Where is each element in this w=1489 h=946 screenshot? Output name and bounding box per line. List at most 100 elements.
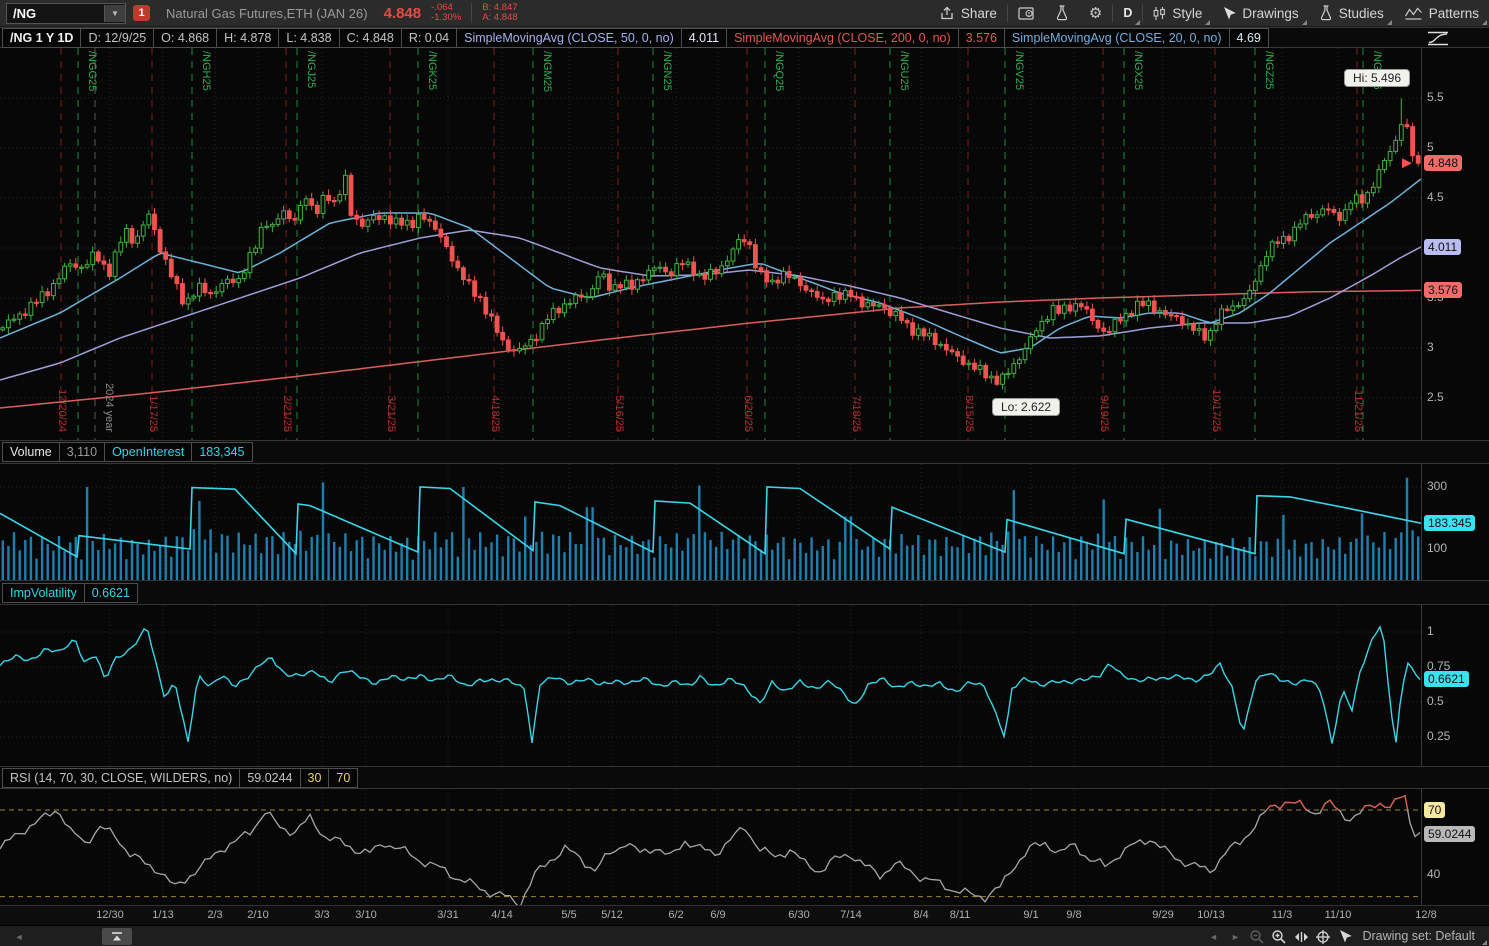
date-tick-label: 4/14 bbox=[491, 909, 512, 921]
date-axis[interactable]: 12/301/132/32/103/33/103/314/145/55/126/… bbox=[0, 905, 1489, 926]
study-sma20-value: 4.69 bbox=[1229, 28, 1269, 48]
pan-right-button[interactable]: ► bbox=[1224, 928, 1246, 946]
volume-axis[interactable]: 300 100 183.345 bbox=[1421, 464, 1489, 580]
pointer-mode-button[interactable] bbox=[1334, 928, 1356, 946]
price-change-block: -.064 -1.30% bbox=[431, 3, 461, 23]
high-marker-tooltip: Hi: 5.496 bbox=[1344, 69, 1410, 87]
cursor-icon bbox=[1338, 929, 1352, 944]
zoom-out-icon bbox=[1249, 929, 1265, 945]
open-interest-label[interactable]: OpenInterest bbox=[104, 442, 192, 462]
right-arrow-icon: ► bbox=[1231, 932, 1240, 942]
study-sma20-label[interactable]: SimpleMovingAvg (CLOSE, 20, 0, no) bbox=[1004, 28, 1230, 48]
crosshair-icon bbox=[1315, 929, 1331, 945]
collapse-panel-button[interactable] bbox=[102, 928, 132, 945]
price-axis-label: 2.5 bbox=[1427, 390, 1444, 404]
date-tick-label: 2/10 bbox=[247, 909, 268, 921]
impvol-badge: 0.6621 bbox=[1424, 671, 1469, 687]
ohlc-low: L: 4.838 bbox=[278, 28, 339, 48]
svg-text:11/21/25: 11/21/25 bbox=[1352, 390, 1364, 432]
date-tick-label: 12/30 bbox=[96, 909, 124, 921]
impvol-axis[interactable]: 10.750.50.250.6621 bbox=[1421, 605, 1489, 766]
chart-maximize-icon[interactable] bbox=[1425, 30, 1451, 47]
ohlc-open: O: 4.868 bbox=[153, 28, 217, 48]
chart-header-row: /NG 1 Y 1D D: 12/9/25 O: 4.868 H: 4.878 … bbox=[0, 27, 1489, 48]
impvol-label[interactable]: ImpVolatility bbox=[2, 583, 85, 603]
symbol-value[interactable]: /NG bbox=[7, 6, 104, 21]
expand-horizontal-icon bbox=[1293, 930, 1310, 944]
drawing-set-selector[interactable]: Drawing set: Default bbox=[1356, 926, 1489, 946]
drawings-button[interactable]: Drawings bbox=[1212, 0, 1308, 27]
svg-text:/NGZ25: /NGZ25 bbox=[1263, 51, 1275, 90]
rsi-oversold-value: 30 bbox=[300, 768, 330, 788]
dropdown-caret-icon bbox=[1482, 940, 1487, 945]
svg-text:10/17/25: 10/17/25 bbox=[1210, 389, 1222, 432]
date-tick-label: 8/11 bbox=[950, 909, 971, 921]
impvol-value: 0.6621 bbox=[84, 583, 138, 603]
date-tick-label: 3/3 bbox=[314, 909, 329, 921]
chevron-down-icon: ▼ bbox=[111, 9, 119, 18]
price-change-pct: -1.30% bbox=[431, 13, 461, 23]
svg-text:/NGM25: /NGM25 bbox=[541, 51, 553, 92]
study-sma50-label[interactable]: SimpleMovingAvg (CLOSE, 50, 0, no) bbox=[456, 28, 682, 48]
gear-icon: ⚙ bbox=[1089, 4, 1102, 22]
date-tick-label: 9/8 bbox=[1066, 909, 1081, 921]
price-axis[interactable]: 5.554.543.532.54.8484.0113.576 bbox=[1421, 48, 1489, 440]
rsi-header-row: RSI (14, 70, 30, CLOSE, WILDERS, no) 59.… bbox=[0, 766, 1489, 789]
style-button[interactable]: Style bbox=[1143, 0, 1212, 27]
dropdown-caret-icon bbox=[1482, 20, 1487, 25]
studies-button[interactable]: Studies bbox=[1309, 0, 1394, 27]
volume-axis-label: 300 bbox=[1427, 479, 1447, 493]
date-tick-label: 2/3 bbox=[207, 909, 222, 921]
low-marker-tooltip: Lo: 2.622 bbox=[992, 398, 1060, 416]
rsi-axis[interactable]: 407059.0244 bbox=[1421, 789, 1489, 905]
impvol-chart-panel[interactable] bbox=[0, 605, 1421, 766]
timeframe-button[interactable]: D bbox=[1113, 0, 1142, 27]
study-sma200-label[interactable]: SimpleMovingAvg (CLOSE, 200, 0, no) bbox=[726, 28, 959, 48]
volume-header-row: Volume 3,110 OpenInterest 183,345 bbox=[0, 440, 1489, 464]
crosshair-button[interactable] bbox=[1312, 928, 1334, 946]
reports-button[interactable] bbox=[1008, 0, 1045, 27]
symbol-input[interactable]: /NG ▼ bbox=[6, 3, 126, 24]
price-badge: 3.576 bbox=[1424, 282, 1462, 298]
rsi-axis-label: 40 bbox=[1427, 867, 1440, 881]
trading-platform-window: /NG ▼ 1 Natural Gas Futures,ETH (JAN 26)… bbox=[0, 0, 1489, 946]
volume-label[interactable]: Volume bbox=[2, 442, 60, 462]
candlestick-style-icon bbox=[1153, 6, 1166, 21]
zoom-in-icon bbox=[1271, 929, 1287, 945]
symbol-dropdown-button[interactable]: ▼ bbox=[104, 5, 125, 22]
date-tick-label: 7/14 bbox=[840, 909, 861, 921]
volume-chart-panel[interactable] bbox=[0, 464, 1421, 580]
pan-left-button[interactable]: ◄ bbox=[1202, 928, 1224, 946]
svg-text:/NGX25: /NGX25 bbox=[1132, 51, 1144, 90]
volume-axis-label: 100 bbox=[1427, 541, 1447, 555]
svg-text:/NGK25: /NGK25 bbox=[426, 51, 438, 90]
date-tick-label: 12/8 bbox=[1415, 909, 1436, 921]
rsi-chart-panel[interactable] bbox=[0, 789, 1421, 905]
share-button[interactable]: Share bbox=[929, 0, 1007, 27]
svg-text:/NGG25: /NGG25 bbox=[86, 51, 98, 91]
reports-icon bbox=[1018, 6, 1035, 21]
price-badge: 4.848 bbox=[1424, 155, 1462, 171]
study-sma50-value: 4.011 bbox=[681, 28, 727, 48]
svg-text:9/19/25: 9/19/25 bbox=[1098, 395, 1110, 432]
patterns-button[interactable]: Patterns bbox=[1394, 0, 1489, 27]
alert-count-badge[interactable]: 1 bbox=[133, 5, 150, 21]
fit-width-button[interactable] bbox=[1290, 928, 1312, 946]
rsi-label[interactable]: RSI (14, 70, 30, CLOSE, WILDERS, no) bbox=[2, 768, 240, 788]
svg-text:/NGU25: /NGU25 bbox=[898, 51, 910, 91]
scroll-left-button[interactable]: ◄ bbox=[8, 928, 30, 946]
date-tick-label: 1/13 bbox=[152, 909, 173, 921]
date-tick-label: 8/4 bbox=[913, 909, 928, 921]
open-interest-badge: 183.345 bbox=[1424, 515, 1475, 531]
date-tick-label: 5/5 bbox=[561, 909, 576, 921]
price-chart-panel[interactable]: 2024 year/NGG25/NGH25/NGJ25/NGK25/NGM25/… bbox=[0, 48, 1421, 440]
zoom-in-button[interactable] bbox=[1268, 928, 1290, 946]
study-sma200-value: 3.576 bbox=[958, 28, 1005, 48]
rsi-badge: 59.0244 bbox=[1424, 826, 1475, 842]
settings-button[interactable]: ⚙ bbox=[1079, 0, 1112, 27]
zoom-out-button[interactable] bbox=[1246, 928, 1268, 946]
date-tick-label: 10/13 bbox=[1197, 909, 1225, 921]
svg-text:3/21/25: 3/21/25 bbox=[385, 395, 397, 432]
date-tick-label: 3/10 bbox=[355, 909, 376, 921]
analyze-button[interactable] bbox=[1045, 0, 1079, 27]
